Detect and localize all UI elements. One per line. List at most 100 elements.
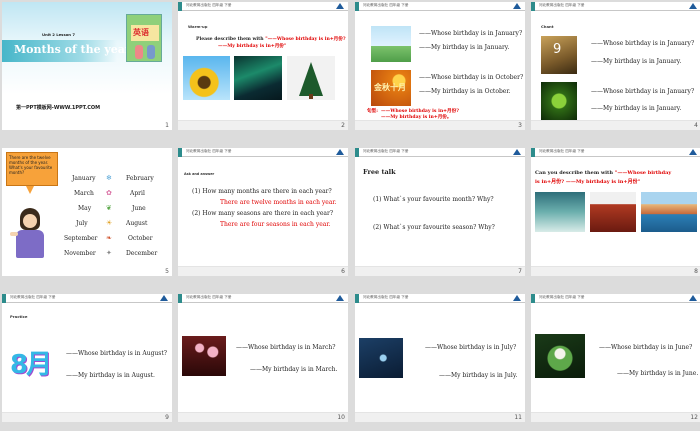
slide-number: 12 — [690, 414, 698, 421]
bubble-text: There are the twelve months of the year.… — [9, 155, 53, 175]
slide-header: 河北教育出版社 四年级 下册 — [531, 148, 700, 157]
august-image-text: 8月 — [10, 350, 52, 380]
publisher-logo-icon — [160, 295, 168, 302]
september-image: 9 — [541, 36, 577, 74]
question-1: (1) How many months are there in each ye… — [192, 188, 332, 195]
slide-11[interactable]: 河北教育出版社 四年级 下册 ——Whose birthday is in Ju… — [355, 294, 525, 422]
textbook-cover-image: 英语 — [126, 14, 162, 62]
section-label: Chant — [541, 24, 554, 29]
question: ——Whose birthday is in March? — [236, 344, 336, 351]
textbook-title: 英语 — [133, 28, 149, 37]
prompt-line-1: Can you describe them with "——Whose birt… — [535, 170, 672, 176]
slide-number: 8 — [694, 268, 698, 275]
answer-2: ——My birthday is in January. — [591, 105, 682, 112]
clover-image — [541, 82, 577, 120]
slide-header: 河北教育出版社 四年级 下册 — [531, 294, 700, 303]
slide-number: 7 — [518, 268, 522, 275]
slide-1[interactable]: Unit 2 Lesson 7 Months of the year. 英语 第… — [2, 2, 172, 130]
slide-number: 3 — [518, 122, 522, 129]
section-label: Free talk — [363, 168, 396, 176]
slide-title: Months of the year. — [14, 43, 134, 56]
sun-icon: ☀ — [106, 219, 113, 227]
july-image — [359, 338, 403, 378]
month-august: August — [126, 220, 148, 227]
june-flower-image — [535, 334, 585, 378]
winter-landscape-image — [535, 192, 585, 232]
prompt-line-1: Please describe them with "——Whose birth… — [196, 37, 346, 42]
question: ——Whose birthday is in June? — [599, 344, 693, 351]
question-2: ——Whose birthday is in October? — [419, 74, 524, 81]
slide-2[interactable]: 河北教育出版社 四年级 下册 Warm-up Please describe t… — [178, 2, 348, 130]
question: ——Whose birthday is in July? — [425, 344, 517, 351]
answer-2: There are four seasons in each year. — [220, 221, 331, 228]
flower-icon: ✿ — [106, 189, 112, 197]
slide-number: 5 — [165, 268, 169, 275]
january-image — [371, 26, 411, 62]
slide-3[interactable]: 河北教育出版社 四年级 下册 ——Whose birthday is in Ja… — [355, 2, 525, 130]
slide-6[interactable]: 河北教育出版社 四年级 下册 Ask and answer (1) How ma… — [178, 148, 348, 276]
month-march: March — [74, 190, 94, 197]
prompt-line-2: is in+月份? ——My birthday is in+月份" — [535, 179, 641, 185]
slide-number: 2 — [341, 122, 345, 129]
slide-number: 9 — [165, 414, 169, 421]
section-label: Ask and answer — [184, 172, 215, 176]
slide-number: 1 — [165, 122, 169, 129]
answer-1: There are twelve months in each year. — [220, 199, 337, 206]
month-october: October — [128, 235, 153, 242]
publisher-logo-icon — [689, 3, 697, 10]
answer-1: ——My birthday is in January. — [591, 58, 682, 65]
prompt-line-2: ——My birthday is in+月份" — [218, 44, 287, 49]
slide-header: 河北教育出版社 四年级 下册 — [178, 148, 348, 157]
month-april: April — [130, 190, 145, 197]
publisher-logo-icon — [689, 149, 697, 156]
leaf-icon: ❦ — [106, 204, 112, 212]
bell-icon: ✦ — [106, 249, 112, 257]
question-1: (1) What`s your favourite month? Why? — [373, 196, 494, 203]
slide-number: 6 — [341, 268, 345, 275]
slide-header: 河北教育出版社 四年级 下册 — [2, 294, 172, 303]
month-december: December — [126, 250, 158, 257]
section-label: Practice — [10, 314, 28, 319]
slide-header: 河北教育出版社 四年级 下册 — [355, 294, 525, 303]
slide-10[interactable]: 河北教育出版社 四年级 下册 ——Whose birthday is in Ma… — [178, 294, 348, 422]
section-label: Warm-up — [188, 24, 208, 29]
slide-8[interactable]: 河北教育出版社 四年级 下册 Can you describe them wit… — [531, 148, 700, 276]
month-november: November — [64, 250, 96, 257]
slide-header: 河北教育出版社 四年级 下册 — [531, 2, 700, 11]
slide-5[interactable]: There are the twelve months of the year.… — [2, 148, 172, 276]
answer: ——My birthday is in July. — [439, 372, 518, 379]
question-2: (2) What`s your favourite season? Why? — [373, 224, 495, 231]
teacher-cartoon — [8, 206, 52, 264]
slide-header: 河北教育出版社 四年级 下册 — [355, 2, 525, 11]
slide-7[interactable]: 河北教育出版社 四年级 下册 Free talk (1) What`s your… — [355, 148, 525, 276]
question-1: ——Whose birthday is in January? — [591, 40, 695, 47]
aurora-image — [234, 56, 282, 100]
answer: ——My birthday is in June. — [617, 370, 699, 377]
slide-number: 4 — [694, 122, 698, 129]
speech-bubble: There are the twelve months of the year.… — [6, 152, 58, 186]
coast-image — [641, 192, 697, 232]
march-blossom-image — [182, 336, 226, 376]
month-july: July — [76, 220, 88, 227]
slide-header: 河北教育出版社 四年级 下册 — [178, 2, 348, 11]
sunflower-image — [183, 56, 230, 100]
slide-9[interactable]: 河北教育出版社 四年级 下册 Practice 8月 ——Whose birth… — [2, 294, 172, 422]
slide-number: 10 — [337, 414, 345, 421]
answer-2: ——My birthday is in October. — [419, 88, 511, 95]
answer: ——My birthday is in March. — [250, 366, 338, 373]
month-june: June — [132, 205, 146, 212]
august-image: 8月 — [8, 342, 58, 382]
slide-header: 河北教育出版社 四年级 下册 — [178, 294, 348, 303]
publisher-logo-icon — [513, 149, 521, 156]
month-september: September — [64, 235, 98, 242]
slide-12[interactable]: 河北教育出版社 四年级 下册 ——Whose birthday is in Ju… — [531, 294, 700, 422]
question-1: ——Whose birthday is in January? — [419, 30, 523, 37]
snowflake-icon: ❄ — [106, 174, 112, 182]
slide-sorter-grid: Unit 2 Lesson 7 Months of the year. 英语 第… — [0, 0, 700, 431]
slide-4[interactable]: 河北教育出版社 四年级 下册 Chant 9 ——Whose birthday … — [531, 2, 700, 130]
image-number: 9 — [553, 42, 562, 57]
october-image-text: 金秋十月 — [374, 83, 406, 92]
question: ——Whose birthday is in August? — [66, 350, 168, 357]
slide-header: 河北教育出版社 四年级 下册 — [355, 148, 525, 157]
month-january: January — [72, 175, 96, 182]
